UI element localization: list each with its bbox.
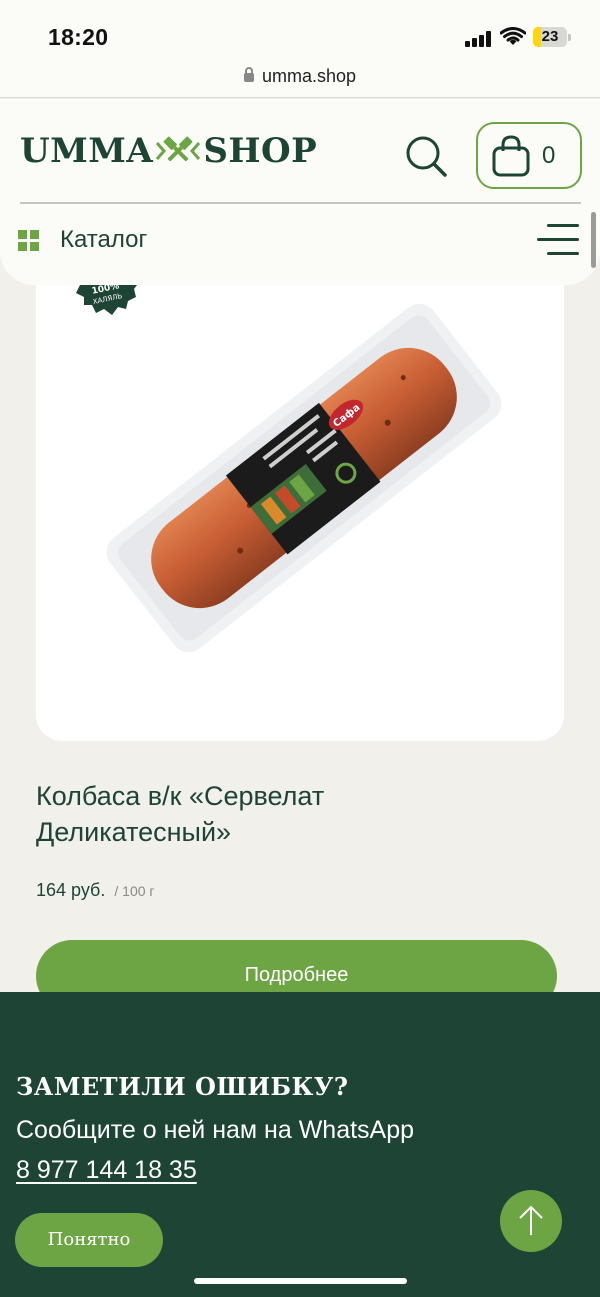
battery-level: 23: [541, 28, 559, 45]
whatsapp-phone-link[interactable]: 8 977 144 18 35: [16, 1156, 197, 1185]
arrow-up-icon: [519, 1205, 543, 1235]
error-report-banner: ЗАМЕТИЛИ ОШИБКУ? Сообщите о ней нам на W…: [0, 992, 600, 1297]
logo-text-shop: SHOP: [203, 131, 318, 171]
status-time: 18:20: [48, 24, 109, 50]
price-unit: / 100 г: [114, 883, 155, 899]
header-divider: [20, 202, 581, 204]
signal-icon: [465, 31, 493, 47]
cart-icon: [492, 134, 530, 176]
ok-button[interactable]: Понятно: [15, 1213, 163, 1267]
wifi-icon: [500, 27, 526, 45]
logo-text-umma: UMMA: [20, 131, 154, 171]
cart-count: 0: [542, 141, 556, 169]
lock-icon: [243, 67, 254, 82]
home-indicator: [194, 1278, 407, 1284]
search-icon[interactable]: [404, 134, 448, 178]
menu-icon[interactable]: [537, 222, 579, 256]
status-bar: 18:20 23: [0, 0, 600, 60]
catalog-button[interactable]: Каталог: [18, 224, 147, 256]
battery-icon: 23: [533, 27, 571, 47]
sausage-product-image: Сафа: [106, 303, 502, 653]
price-row: 164 руб. / 100 г: [36, 880, 155, 901]
url-text: umma.shop: [261, 66, 357, 86]
grid-icon: [18, 229, 39, 251]
scrollbar-thumb[interactable]: [591, 212, 596, 268]
scroll-to-top-button[interactable]: [500, 1190, 562, 1252]
product-title[interactable]: Колбаса в/к «Сервелат Деликатесный»: [36, 778, 476, 850]
catalog-label: Каталог: [60, 226, 148, 253]
site-logo[interactable]: UMMA SHOP: [20, 130, 317, 172]
product-price: 164 руб.: [36, 880, 106, 900]
crossed-cleavers-icon: [156, 136, 201, 162]
notice-title: ЗАМЕТИЛИ ОШИБКУ?: [16, 1072, 349, 1101]
browser-url-bar[interactable]: umma.shop: [0, 60, 600, 98]
notice-text: Сообщите о ней нам на WhatsApp: [16, 1116, 415, 1144]
cart-button[interactable]: 0: [476, 122, 582, 189]
